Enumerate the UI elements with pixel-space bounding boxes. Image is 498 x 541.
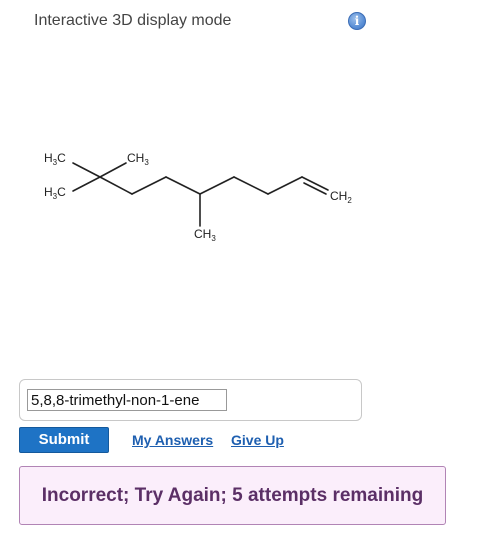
label-h3c-top: H3C	[44, 151, 66, 167]
label-ch3-top: CH3	[127, 151, 149, 167]
label-h3c-bottom: H3C	[44, 185, 66, 201]
bond	[303, 182, 327, 195]
bond	[72, 176, 101, 192]
feedback-text: Incorrect; Try Again; 5 attempts remaini…	[41, 484, 424, 506]
info-glyph: i	[354, 14, 360, 28]
give-up-link[interactable]: Give Up	[231, 432, 284, 448]
bond	[233, 176, 269, 195]
info-icon[interactable]: i	[348, 12, 366, 30]
bond	[165, 176, 201, 195]
question-panel: Interactive 3D display mode i H3C CH3 H3…	[0, 0, 498, 541]
label-ch2-right: CH2	[330, 189, 352, 205]
bond	[199, 176, 235, 195]
bond	[99, 162, 127, 178]
bond	[131, 176, 167, 195]
answer-input[interactable]	[27, 389, 227, 411]
bond	[99, 176, 133, 195]
display-mode-title: Interactive 3D display mode	[34, 12, 232, 29]
feedback-message: Incorrect; Try Again; 5 attempts remaini…	[19, 466, 446, 525]
label-ch3-bottom: CH3	[194, 227, 216, 243]
answer-box	[19, 379, 362, 421]
submit-button[interactable]: Submit	[19, 427, 109, 453]
bond	[267, 176, 303, 195]
my-answers-link[interactable]: My Answers	[132, 432, 213, 448]
molecule-structure[interactable]: H3C CH3 H3C CH3 CH2	[30, 130, 370, 260]
bond	[72, 162, 101, 178]
